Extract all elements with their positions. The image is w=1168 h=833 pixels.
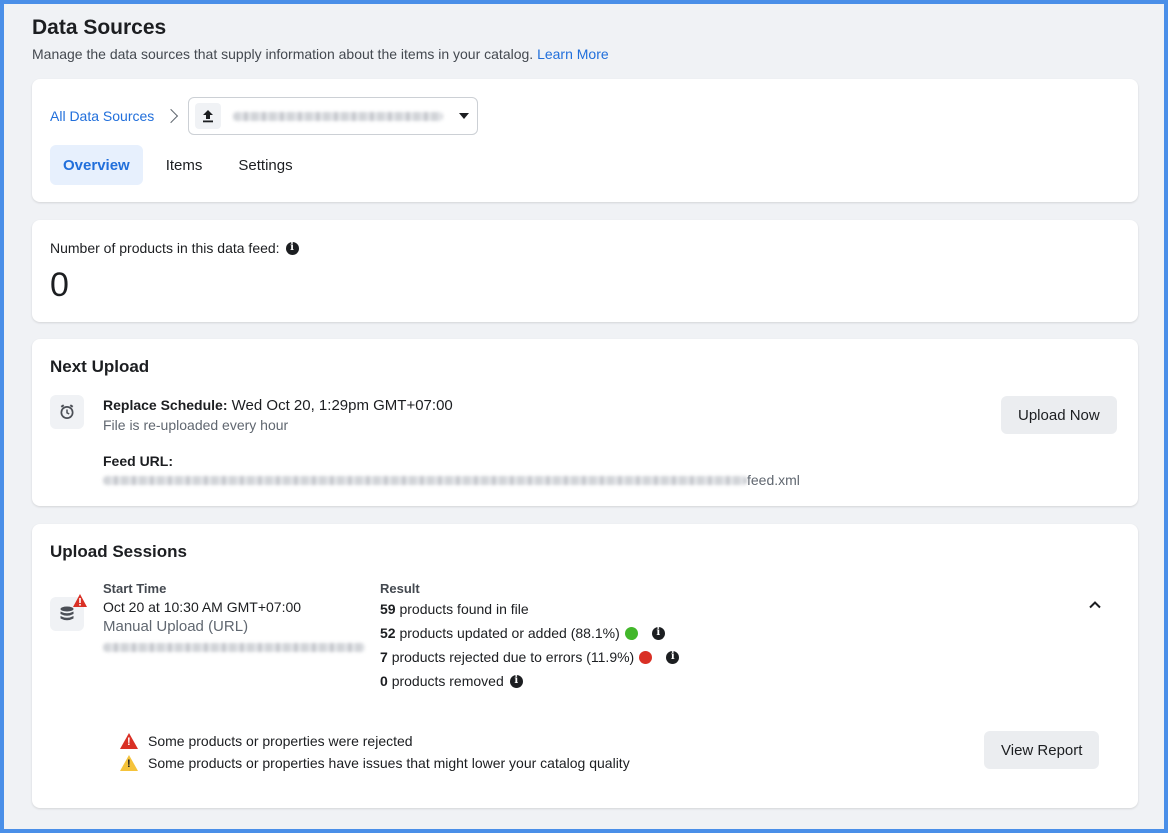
warning-triangle-icon: ! [120,755,138,771]
result-count: 0 [380,673,388,689]
products-count-label: Number of products in this data feed: i [50,240,299,256]
result-removed: 0 products removed i [380,669,679,693]
info-icon[interactable]: i [509,674,523,688]
result-rejected: 7 products rejected due to errors (11.9%… [380,645,680,669]
products-count-card: Number of products in this data feed: i … [32,220,1138,322]
result-text: products found in file [399,601,529,617]
page-subtitle: Manage the data sources that supply info… [32,46,1142,62]
next-upload-card: Next Upload Replace Schedule: Wed Oct 20… [32,339,1138,506]
alert-badge-icon [73,594,87,612]
warning-quality: ! Some products or properties have issue… [120,752,630,774]
tab-bar: Overview Items Settings [50,145,316,185]
warnings-list: ! Some products or properties were rejec… [120,730,630,774]
feed-url-label: Feed URL: [103,453,173,469]
subtitle-text: Manage the data sources that supply info… [32,46,534,62]
schedule-value: Wed Oct 20, 1:29pm GMT+07:00 [231,397,453,414]
info-icon[interactable]: i [651,626,665,640]
schedule-line: Replace Schedule: Wed Oct 20, 1:29pm GMT… [103,397,800,414]
start-time-label: Start Time [103,581,167,596]
clock-icon [50,395,84,429]
result-count: 52 [380,625,396,641]
learn-more-link[interactable]: Learn More [537,46,609,62]
upload-method: Manual Upload (URL) [103,618,249,635]
page-title: Data Sources [32,16,167,39]
upload-icon [195,103,222,129]
info-icon[interactable]: i [285,241,299,255]
all-data-sources-link[interactable]: All Data Sources [50,108,154,124]
page-header: Data Sources Manage the data sources tha… [32,12,1142,62]
chevron-right-icon [164,108,179,124]
schedule-info: Replace Schedule: Wed Oct 20, 1:29pm GMT… [103,397,800,488]
schedule-frequency: File is re-uploaded every hour [103,417,289,433]
redacted-source-url [233,111,444,121]
warning-text: Some products or properties have issues … [148,755,630,771]
redacted-session-url [103,643,365,652]
source-nav-card: All Data Sources Overview Items Settings [32,79,1138,202]
breadcrumb: All Data Sources [50,97,479,135]
tab-items[interactable]: Items [153,145,216,185]
result-label: Result [380,581,420,596]
tab-overview[interactable]: Overview [50,145,143,185]
result-updated: 52 products updated or added (88.1%) i [380,621,679,645]
feed-url-suffix: feed.xml [747,472,800,488]
next-upload-title: Next Upload [50,357,150,376]
products-count-label-text: Number of products in this data feed: [50,240,280,256]
warning-rejected: ! Some products or properties were rejec… [120,730,630,752]
result-count: 7 [380,649,388,665]
caret-down-icon [459,113,470,119]
view-report-button[interactable]: View Report [984,731,1100,769]
result-found: 59 products found in file [380,597,679,621]
upload-now-button[interactable]: Upload Now [1001,396,1117,434]
result-text: products rejected due to errors (11.9%) [391,649,635,665]
result-count: 59 [380,601,396,617]
products-count-value: 0 [50,266,69,304]
success-dot-icon [624,626,638,640]
feed-url: feed.xml [103,472,800,488]
error-dot-icon [639,650,653,664]
upload-sessions-card: Upload Sessions Start Time Oct 20 at 10:… [32,524,1138,808]
upload-sessions-title: Upload Sessions [50,542,187,561]
collapse-chevron-icon[interactable] [1088,597,1102,615]
warning-text: Some products or properties were rejecte… [148,733,413,749]
info-icon[interactable]: i [666,650,680,664]
session-result: Result 59 products found in file 52 prod… [380,581,680,693]
data-source-dropdown[interactable] [188,97,479,135]
error-triangle-icon: ! [120,733,138,749]
session-start: Start Time Oct 20 at 10:30 AM GMT+07:00 … [103,581,365,657]
result-text: products removed [391,673,504,689]
schedule-label: Replace Schedule: [103,397,228,413]
redacted-feed-url [103,475,747,485]
result-text: products updated or added (88.1%) [399,625,620,641]
start-time-value: Oct 20 at 10:30 AM GMT+07:00 [103,599,302,615]
tab-settings[interactable]: Settings [225,145,305,185]
